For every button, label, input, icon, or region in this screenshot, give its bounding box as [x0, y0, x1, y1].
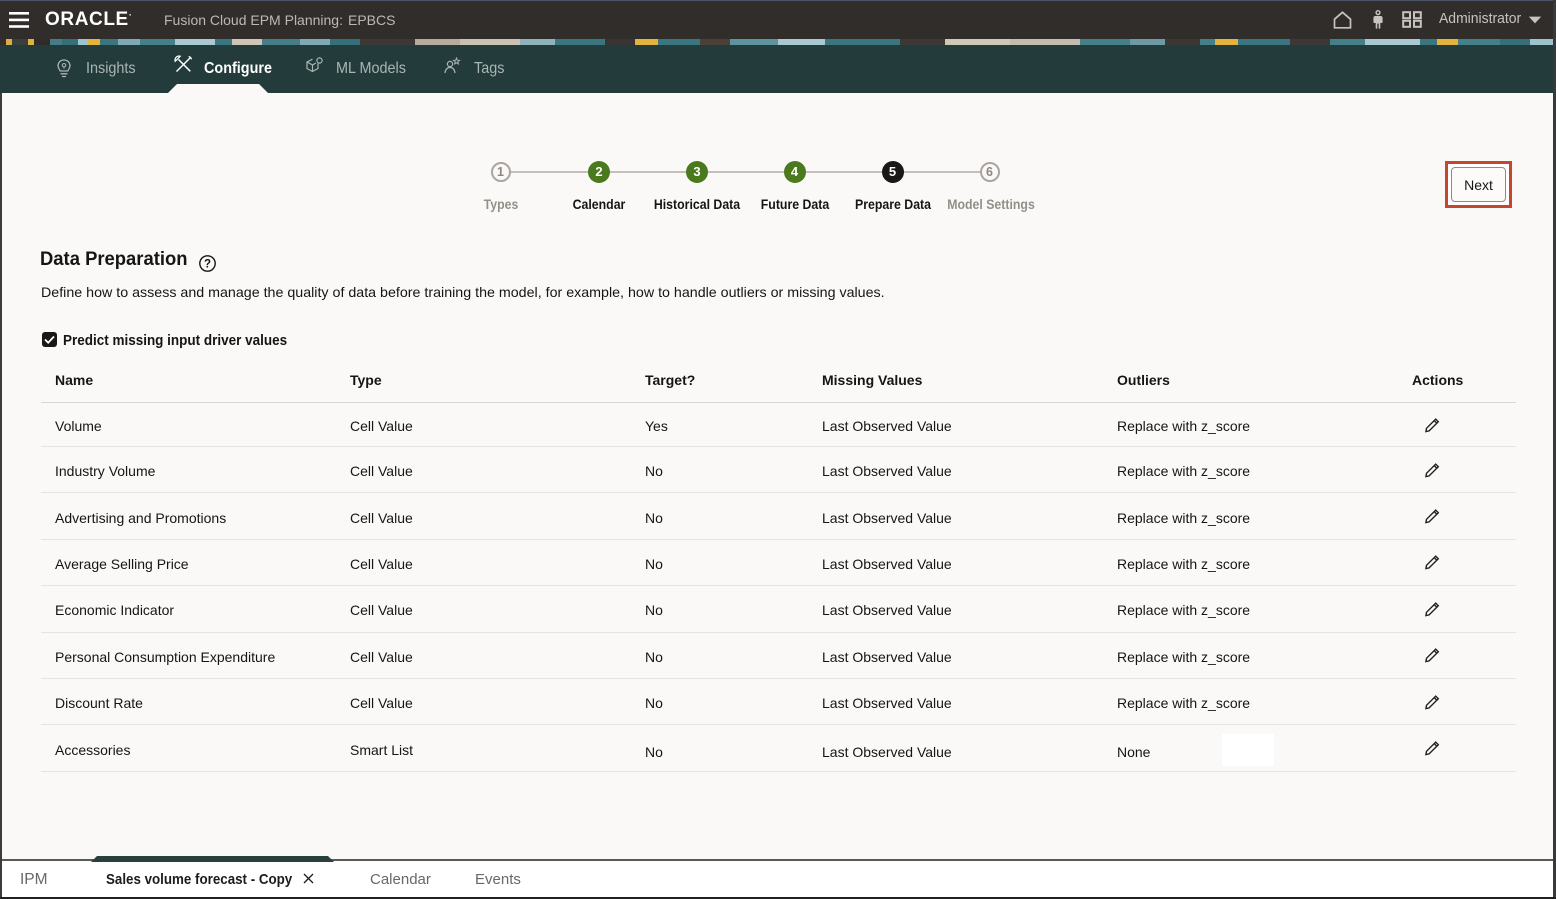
svg-text:?: ? — [204, 258, 211, 270]
